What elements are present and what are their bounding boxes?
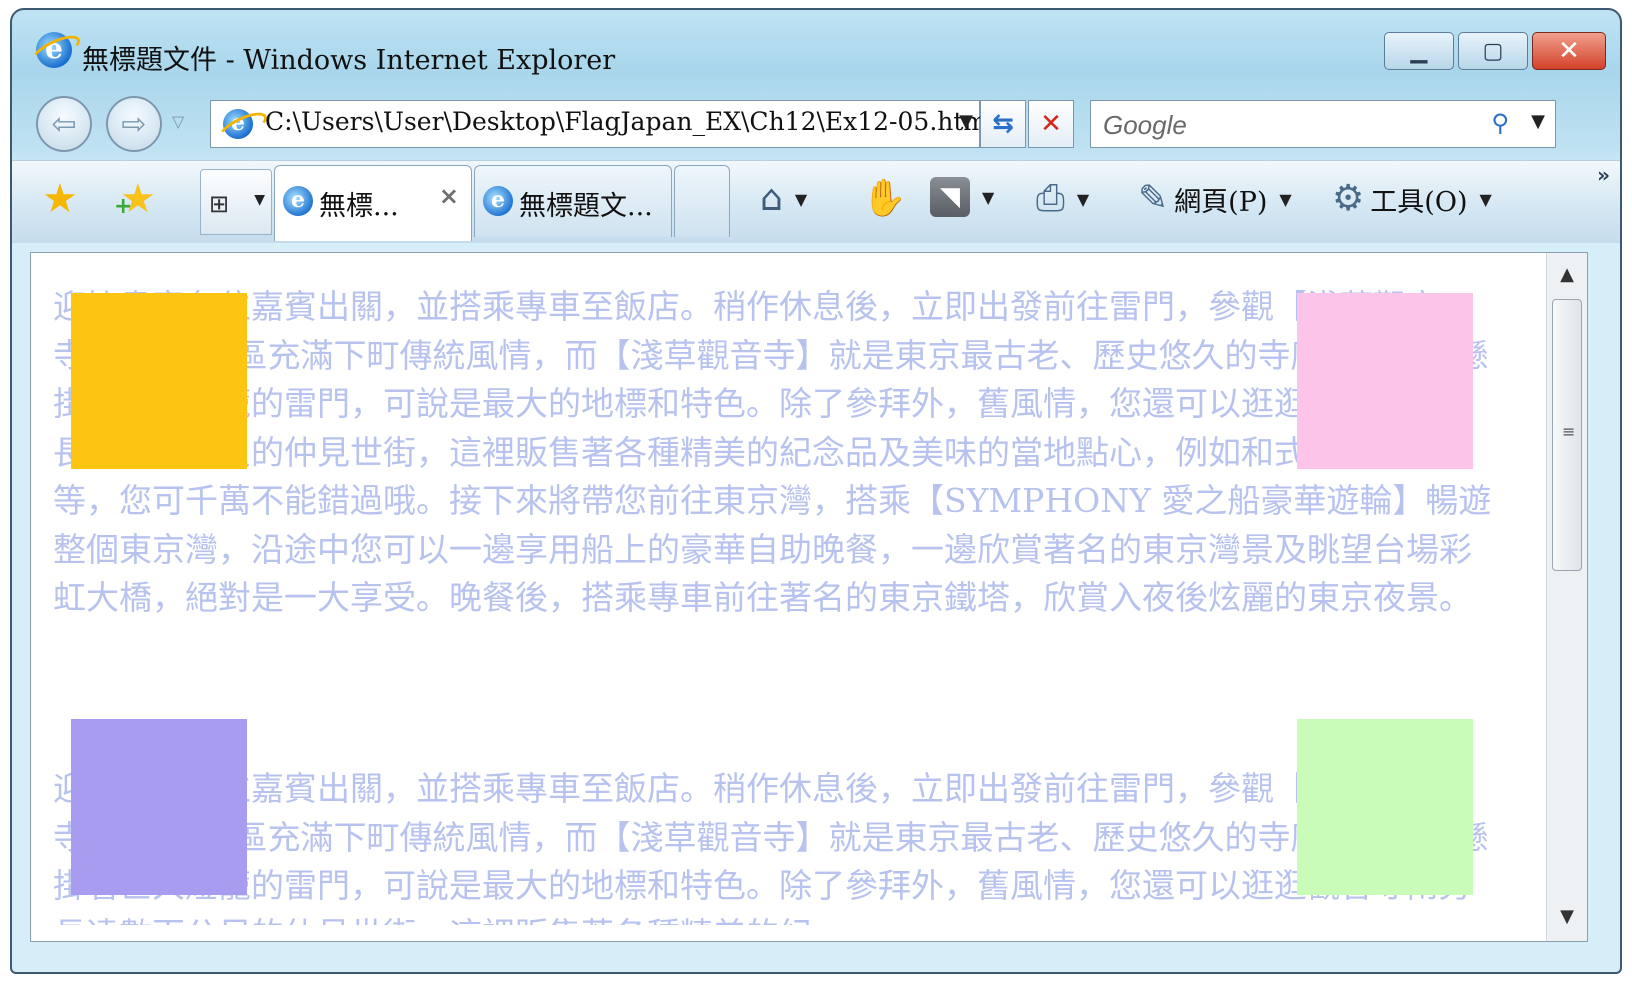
printer-icon: ⎙ — [1036, 178, 1065, 219]
tab-label: 無標... — [319, 191, 399, 222]
browser-window: e 無標題文件 - Windows Internet Explorer ▁ ▢ … — [10, 8, 1622, 974]
tab-active[interactable]: e 無標... × — [274, 165, 472, 241]
tab-list-dropdown-icon[interactable]: ▼ — [254, 192, 265, 208]
back-arrow-icon: ⇦ — [51, 106, 77, 142]
window-title: 無標題文件 - Windows Internet Explorer — [82, 45, 616, 76]
yellow-square — [71, 293, 247, 469]
rss-feed-icon: ◥ — [930, 177, 970, 217]
navigation-bar: ⇦ ⇨ ▽ e C:\Users\User\Desktop\FlagJapan_… — [12, 90, 1620, 160]
feeds-dropdown-icon[interactable]: ▼ — [982, 188, 994, 207]
page-menu-dropdown-icon[interactable]: ▼ — [1279, 190, 1291, 209]
hand-icon: ✋ — [862, 178, 907, 219]
page-icon: ✎ — [1138, 178, 1169, 219]
search-icon[interactable]: ⚲ — [1491, 109, 1509, 137]
minimize-button[interactable]: ▁ — [1384, 32, 1454, 70]
print-button[interactable]: ⎙ ▼ — [1036, 177, 1089, 221]
search-input[interactable] — [1101, 107, 1485, 143]
quick-tabs-button[interactable]: ⊞ ▼ — [200, 169, 272, 235]
page-menu[interactable]: ✎ 網頁(P) ▼ — [1138, 177, 1292, 221]
title-bar: e 無標題文件 - Windows Internet Explorer ▁ ▢ … — [12, 10, 1620, 90]
recent-pages-dropdown-icon[interactable]: ▽ — [172, 112, 184, 131]
more-commands-chevron-icon[interactable]: » — [1597, 163, 1610, 187]
address-bar[interactable]: e C:\Users\User\Desktop\FlagJapan_EX\Ch1… — [210, 100, 995, 148]
address-dropdown-icon[interactable]: ▼ — [959, 111, 973, 132]
window-controls: ▁ ▢ ✕ — [1380, 32, 1606, 70]
gear-icon: ⚙ — [1332, 178, 1365, 219]
body-paragraph: 迎接貴賓各位嘉賓出關，並搭乘專車至飯店。稍作休息後，立即出發前往雷門，參觀【淺草… — [53, 769, 1489, 925]
page-menu-label: 網頁(P) — [1174, 186, 1268, 218]
tab-ie-icon: e — [283, 186, 313, 216]
address-url: C:\Users\User\Desktop\FlagJapan_EX\Ch12\… — [265, 107, 996, 136]
vertical-scrollbar[interactable]: ▲ ≡ ▼ — [1546, 253, 1587, 941]
new-tab-button[interactable] — [674, 165, 730, 237]
back-button[interactable]: ⇦ — [36, 96, 92, 152]
tools-menu-label: 工具(O) — [1370, 186, 1468, 218]
maximize-button[interactable]: ▢ — [1458, 32, 1528, 70]
home-icon: ⌂ — [760, 178, 783, 219]
minimize-icon: ▁ — [1410, 38, 1428, 64]
scroll-down-arrow-icon[interactable]: ▼ — [1547, 899, 1587, 935]
close-button[interactable]: ✕ — [1532, 32, 1606, 70]
home-button[interactable]: ⌂ ▼ — [760, 177, 807, 221]
scroll-up-arrow-icon[interactable]: ▲ — [1547, 257, 1587, 293]
body-paragraph: 迎接貴賓各位嘉賓出關，並搭乘專車至飯店。稍作休息後，立即出發前往雷門，參觀【淺草… — [53, 287, 1492, 617]
search-box[interactable]: ⚲ ▼ — [1090, 100, 1556, 148]
maximize-icon: ▢ — [1482, 38, 1504, 64]
green-square — [1297, 719, 1473, 895]
tab-label: 無標題文... — [519, 191, 653, 222]
search-options-dropdown-icon[interactable]: ▼ — [1531, 111, 1545, 132]
forward-arrow-icon: ⇨ — [121, 106, 147, 142]
tools-menu-dropdown-icon[interactable]: ▼ — [1479, 190, 1491, 209]
print-dropdown-icon[interactable]: ▼ — [1077, 190, 1089, 209]
pink-square — [1297, 293, 1473, 469]
close-icon: ✕ — [1558, 36, 1580, 66]
tab-close-icon[interactable]: × — [439, 182, 459, 210]
tab-inactive[interactable]: e 無標題文... — [474, 165, 672, 237]
internet-explorer-logo-icon: e — [36, 32, 72, 68]
grip-icon: ≡ — [1562, 422, 1576, 441]
forward-button[interactable]: ⇨ — [106, 96, 162, 152]
feeds-button[interactable]: ◥ ▼ — [930, 177, 994, 217]
quick-tabs-icon: ⊞ — [209, 190, 230, 218]
home-dropdown-icon[interactable]: ▼ — [795, 190, 807, 209]
purple-square — [71, 719, 247, 895]
stop-icon: ✕ — [1040, 109, 1062, 139]
page-ie-icon: e — [223, 109, 253, 139]
refresh-button[interactable]: ⇆ — [980, 100, 1026, 148]
tab-ie-icon: e — [483, 186, 513, 216]
scrollbar-thumb[interactable]: ≡ — [1552, 299, 1582, 571]
favorites-center-star-icon[interactable]: ★ — [42, 179, 78, 219]
pan-button[interactable]: ✋ — [862, 177, 907, 221]
stop-button[interactable]: ✕ — [1028, 100, 1074, 148]
refresh-icon: ⇆ — [992, 109, 1014, 139]
page-content: 迎接貴賓各位嘉賓出關，並搭乘專車至飯店。稍作休息後，立即出發前往雷門，參觀【淺草… — [30, 252, 1588, 942]
command-bar: ★ ★ + ⊞ ▼ e 無標... × e 無標題文... ⌂ ▼ ✋ ◥ ▼ ⎙ — [12, 160, 1620, 243]
tools-menu[interactable]: ⚙ 工具(O) ▼ — [1332, 177, 1492, 221]
add-to-favorites-star-icon[interactable]: ★ + — [114, 179, 156, 219]
